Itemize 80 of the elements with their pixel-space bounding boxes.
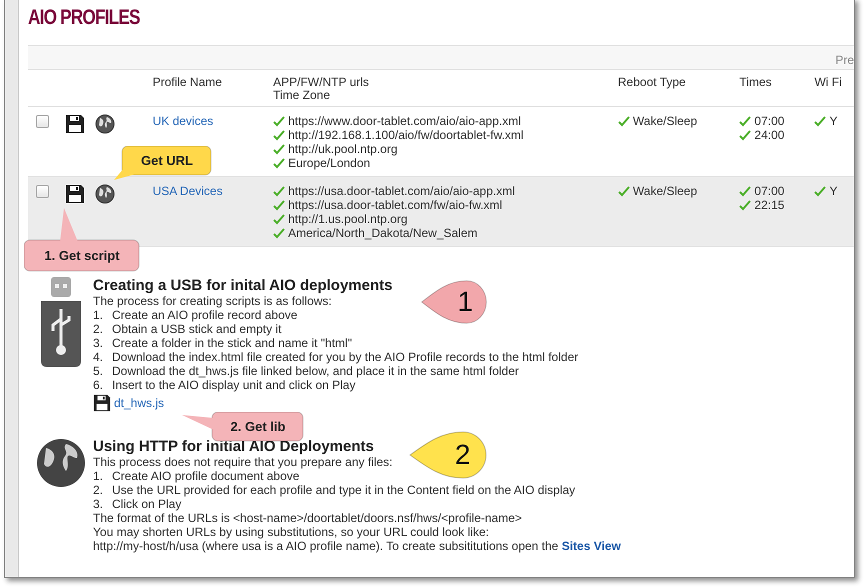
step-number: 4. [93, 350, 104, 364]
check-icon [739, 130, 752, 140]
profile-link[interactable]: USA Devices [152, 184, 223, 198]
page-title: AIO PROFILES [28, 5, 140, 31]
check-icon [273, 130, 286, 140]
section-text: http://my-host/h/usa (where usa is a AIO profile name). To create subsititutions open the [93, 539, 558, 553]
row-checkbox[interactable] [36, 185, 49, 198]
callout-number: 2 [454, 440, 470, 470]
check-icon [273, 158, 286, 168]
globe-icon [36, 438, 86, 488]
step-text: Insert to the AIO display unit and click on Play [112, 378, 356, 392]
table-text: 07:00 [754, 184, 784, 198]
step-number: 5. [93, 364, 104, 378]
save-icon [93, 394, 111, 412]
step-number: 2. [93, 483, 104, 497]
step-number: 1. [93, 469, 104, 483]
check-icon [739, 116, 752, 126]
save-icon[interactable] [65, 184, 85, 204]
section-text: You may shorten URLs by using substitutions, so your URL could look like: [93, 525, 489, 539]
column-header: Wi Fi [814, 76, 843, 91]
table-text: Wake/Sleep [632, 184, 698, 198]
step-text: Obtain a USB stick and empty it [112, 322, 282, 336]
sites-view-link[interactable]: Sites View [562, 539, 621, 553]
usb-icon [38, 277, 82, 367]
table-text: 07:00 [754, 114, 784, 128]
section-text: The process for creating scripts is as follows: [93, 294, 332, 308]
table-text: 24:00 [754, 128, 784, 142]
step-text: Create a folder in the stick and name it "html" [112, 336, 352, 350]
step-text: Download the dt_hws.js file linked below, and place it in the same html folder [112, 364, 519, 378]
column-header: Profile Name [152, 76, 223, 91]
check-icon [739, 186, 752, 196]
step-number: 1. [93, 308, 104, 322]
column-header: APP/FW/NTP urls Time Zone [273, 76, 370, 104]
check-icon [814, 186, 826, 196]
check-icon [273, 186, 286, 196]
step-text: Create an AIO profile record above [112, 308, 298, 322]
step-text: Use the URL provided for each profile and type it in the Content field on the AIO display [112, 483, 576, 497]
step-number: 2. [93, 322, 104, 336]
step-text: Click on Play [112, 497, 182, 511]
callout: Get URL [114, 146, 212, 180]
check-icon [814, 116, 826, 126]
check-icon [739, 200, 752, 210]
column-header: Reboot Type [618, 76, 687, 91]
table-text: America/North_Dakota/New_Salem [288, 226, 478, 240]
file-link[interactable]: dt_hws.js [114, 396, 164, 410]
toolbar-label: Pre [835, 52, 854, 69]
check-icon [273, 144, 286, 154]
section-text: The format of the URLs is <host-name>/doortablet/doors.nsf/hws/<profile-name> [93, 511, 522, 525]
globe-icon[interactable] [95, 184, 115, 204]
check-icon [273, 228, 286, 238]
section-heading: Creating a USB for inital AIO deployments [93, 277, 392, 294]
check-icon [273, 116, 286, 126]
section-text: This process does not require that you prepare any files: [93, 455, 392, 469]
callout: 1. Get script [24, 208, 140, 272]
save-icon[interactable] [65, 114, 85, 134]
step-number: 3. [93, 336, 104, 350]
table-text: https://usa.door-tablet.com/fw/aio-fw.xml [288, 198, 502, 212]
row-checkbox[interactable] [36, 115, 49, 128]
table-text: https://usa.door-tablet.com/aio/aio-app.xml [288, 184, 515, 198]
table-text: Wake/Sleep [632, 114, 698, 128]
check-icon [273, 200, 286, 210]
table-text: http://1.us.pool.ntp.org [288, 212, 408, 226]
step-number: 3. [93, 497, 104, 511]
table-text: https://www.door-tablet.com/aio/aio-app.xml [288, 114, 521, 128]
check-icon [618, 186, 630, 196]
profile-link[interactable]: UK devices [152, 114, 214, 128]
column-header: Times [739, 76, 773, 91]
table-text: Y [829, 114, 838, 128]
table-text: Europe/London [288, 156, 370, 170]
table-text: Y [829, 184, 838, 198]
table-text: http://uk.pool.ntp.org [288, 142, 398, 156]
step-text: Create AIO profile document above [112, 469, 300, 483]
check-icon [273, 214, 286, 224]
callout-number: 1 [457, 287, 474, 317]
step-number: 6. [93, 378, 104, 392]
globe-icon[interactable] [95, 114, 115, 134]
step-text: Download the index.html file created for you by the AIO Profile records to the html folder [112, 350, 578, 364]
check-icon [618, 116, 630, 126]
table-text: 22:15 [754, 198, 784, 212]
table-text: http://192.168.1.100/aio/fw/doortablet-fw.xml [288, 128, 524, 142]
